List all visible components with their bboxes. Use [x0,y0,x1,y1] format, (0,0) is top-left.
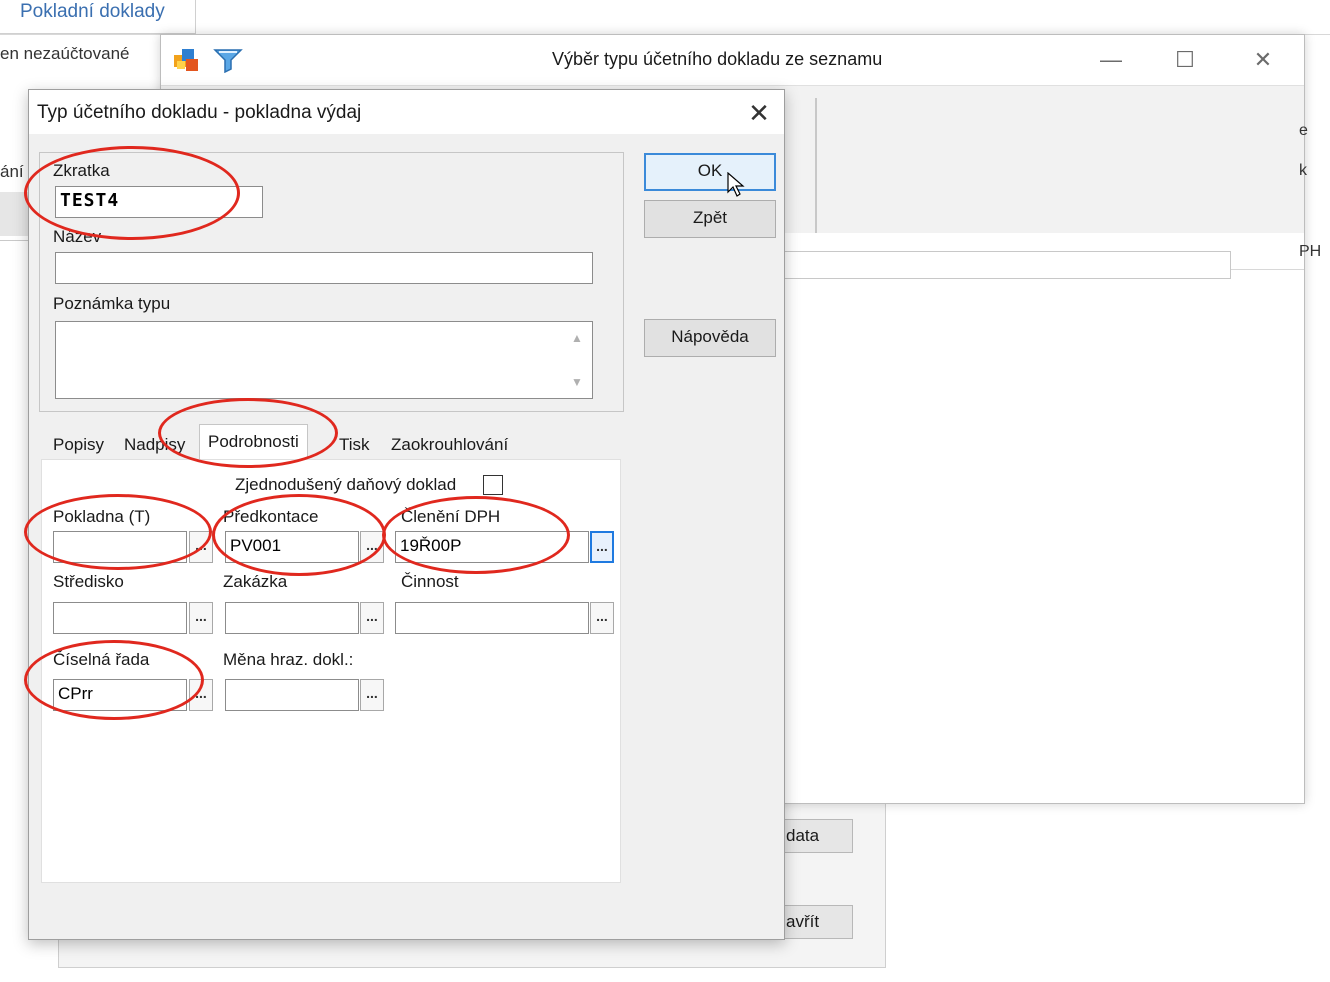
cleneni-dph-browse-button[interactable]: ... [590,531,614,563]
selection-window-titlebar: Výběr typu účetního dokladu ze seznamu —… [161,35,1304,85]
mena-label: Měna hraz. dokl.: [223,650,354,669]
tab-nadpisy[interactable]: Nadpisy [116,430,193,460]
app-icon [174,49,198,71]
stredisko-browse-button[interactable]: ... [189,602,213,634]
selection-window-title: Výběr typu účetního dokladu ze seznamu [552,49,883,69]
zakazka-input[interactable] [225,602,359,634]
zjednoduseny-checkbox[interactable] [483,475,503,495]
tab-pokladni-doklady[interactable]: Pokladní doklady [0,0,196,34]
minimize-icon[interactable]: — [1091,45,1131,75]
grid-column-header[interactable]: PH [1299,243,1321,261]
tab-tisk[interactable]: Tisk [331,430,378,460]
zkratka-input[interactable]: TEST4 [55,186,263,218]
predkontace-input[interactable]: PV001 [225,531,359,563]
nazev-label: Název [53,227,102,246]
zakazka-browse-button[interactable]: ... [360,602,384,634]
pokladna-input[interactable] [53,531,187,563]
predkontace-browse-button[interactable]: ... [360,531,384,563]
tab-zaokrouhlovani[interactable]: Zaokrouhlování [383,430,516,460]
maximize-icon[interactable]: ☐ [1165,45,1205,75]
stredisko-input[interactable] [53,602,187,634]
filter-label[interactable]: en nezaúčtované [0,44,130,64]
cleneni-dph-label: Členění DPH [401,507,501,526]
mena-input[interactable] [225,679,359,711]
zpet-button[interactable]: Zpět [644,200,776,238]
mouse-cursor-icon [727,172,745,197]
scroll-up-icon[interactable]: ▲ [566,328,588,348]
zkratka-label: Zkratka [53,161,110,180]
toolbar-separator [815,98,817,234]
cinnost-label: Činnost [401,572,459,591]
mena-browse-button[interactable]: ... [360,679,384,711]
zakazka-label: Zakázka [223,572,288,591]
pokladna-label: Pokladna (T) [53,507,151,526]
tab-podrobnosti[interactable]: Podrobnosti [199,424,308,461]
tab-popisy[interactable]: Popisy [45,430,112,460]
pokladna-browse-button[interactable]: ... [189,531,213,563]
data-button[interactable]: data [779,819,853,853]
cinnost-input[interactable] [395,602,589,634]
poznamka-label: Poznámka typu [53,294,171,313]
ok-button[interactable]: OK [644,153,776,191]
nazev-input[interactable] [55,252,593,284]
poznamka-textarea[interactable]: ▲ ▼ [55,321,593,399]
ciselna-rada-browse-button[interactable]: ... [189,679,213,711]
napoveda-button[interactable]: Nápověda [644,319,776,357]
grid-filter-row[interactable] [781,251,1231,279]
toolbar-fragment: k [1299,162,1307,179]
ciselna-rada-label: Číselná řada [53,650,150,669]
cinnost-browse-button[interactable]: ... [590,602,614,634]
cleneni-dph-input[interactable]: 19Ř00P [395,531,589,563]
close-button-background[interactable]: avřít [779,905,853,939]
dialog-titlebar: Typ účetního dokladu - pokladna výdaj ✕ [29,90,784,134]
ciselna-rada-input[interactable]: CPrr [53,679,187,711]
close-icon[interactable]: ✕ [1243,45,1283,75]
dialog-title: Typ účetního dokladu - pokladna výdaj [37,102,362,123]
close-icon[interactable]: ✕ [739,96,779,130]
filter-icon[interactable] [213,47,243,73]
document-type-dialog: Typ účetního dokladu - pokladna výdaj ✕ … [28,89,785,940]
stredisko-label: Středisko [53,572,124,591]
background-side-label: ání [0,162,24,181]
scroll-down-icon[interactable]: ▼ [566,372,588,392]
toolbar-fragment: e [1299,122,1308,139]
zjednoduseny-label: Zjednodušený daňový doklad [235,475,457,494]
predkontace-label: Předkontace [223,507,319,526]
